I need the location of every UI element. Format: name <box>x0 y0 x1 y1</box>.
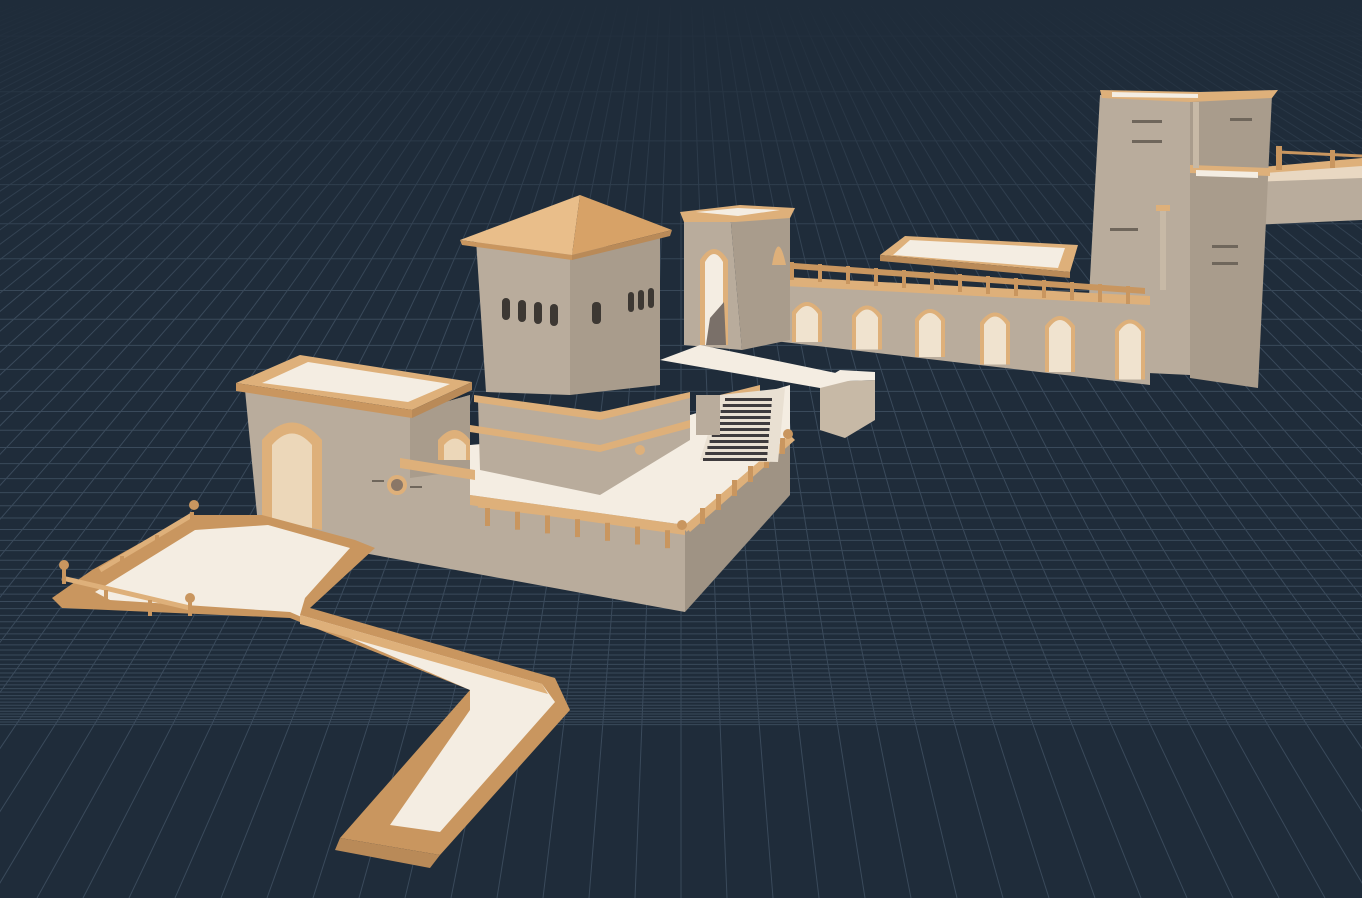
terrace-finial <box>677 520 687 530</box>
3d-viewport[interactable] <box>0 0 1362 898</box>
path-baluster <box>104 590 108 606</box>
bridge-post <box>790 262 794 280</box>
terrace-baluster <box>605 522 610 541</box>
stair-step <box>722 404 772 407</box>
stair-step <box>705 452 768 455</box>
stair-step <box>716 422 770 425</box>
bridge-arch-opening <box>796 306 818 342</box>
stair-step <box>725 398 772 401</box>
bridge-arch-opening <box>856 309 878 350</box>
terrace-baluster <box>515 511 520 530</box>
stair-step <box>711 434 769 437</box>
archway-pavilion[interactable] <box>680 205 795 350</box>
bridge-post <box>958 274 962 292</box>
bridge-post <box>1014 278 1018 296</box>
stair-step <box>703 458 767 461</box>
bridge-post <box>986 276 990 294</box>
path-finial <box>185 593 195 603</box>
path-baluster <box>155 535 159 551</box>
bridge-post <box>1126 286 1130 304</box>
bridge-post <box>1098 284 1102 302</box>
path-finial <box>189 500 199 510</box>
stair-step <box>718 416 771 419</box>
bridge-post <box>930 272 934 290</box>
bridge-arch-opening <box>984 316 1006 365</box>
bridge-post <box>818 264 822 282</box>
bridge-post <box>902 270 906 288</box>
terrace-baluster <box>665 530 670 549</box>
stairway[interactable] <box>696 388 785 462</box>
stair-step <box>714 428 770 431</box>
path-baluster <box>120 556 124 572</box>
terrace-baluster <box>732 480 737 496</box>
stair-step <box>720 410 771 413</box>
terrace-baluster <box>485 508 490 526</box>
path-finial <box>59 560 69 570</box>
terrace-baluster <box>545 515 550 534</box>
bridge-post <box>1070 282 1074 300</box>
path-baluster <box>148 600 152 616</box>
bridge-post <box>846 266 850 284</box>
path-baluster <box>190 512 194 528</box>
terrace-baluster <box>700 508 705 524</box>
bridge-arch-opening <box>919 313 941 357</box>
bridge-arch-opening <box>1049 320 1071 372</box>
bridge-post <box>874 268 878 286</box>
path-baluster <box>62 568 66 584</box>
stair-step <box>709 440 769 443</box>
stair-step <box>707 446 768 449</box>
scene-canvas[interactable] <box>0 0 1362 898</box>
terrace-baluster <box>716 494 721 510</box>
bridge-post <box>1042 280 1046 298</box>
terrace-baluster <box>748 466 753 482</box>
terrace-finial <box>783 429 793 439</box>
terrace-baluster <box>575 519 580 538</box>
square-tower[interactable] <box>470 238 690 495</box>
terrace-baluster <box>635 526 640 545</box>
bridge-arch-opening <box>1119 323 1141 380</box>
terrace-baluster <box>780 438 785 454</box>
